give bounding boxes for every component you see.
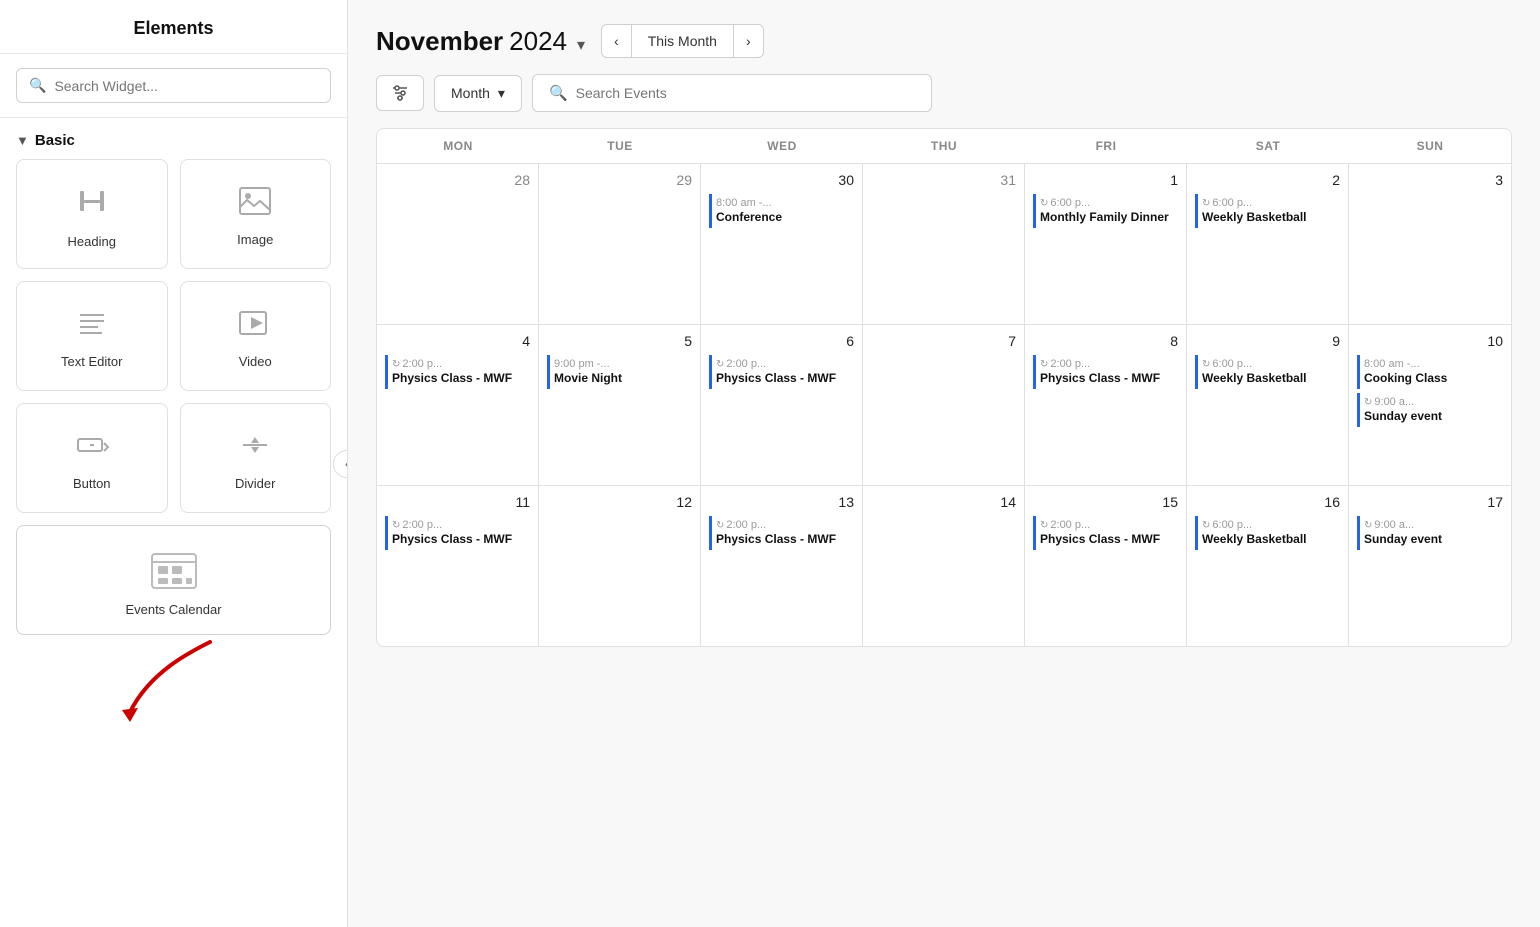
image-icon: [237, 185, 273, 222]
sidebar-title: Elements: [0, 0, 347, 54]
event-physics-w2-fri[interactable]: ↻ 2:00 p... Physics Class - MWF: [1033, 355, 1178, 389]
divider-icon: [237, 429, 273, 466]
event-movie-night[interactable]: 9:00 pm -... Movie Night: [547, 355, 692, 389]
cell-w1-mon[interactable]: 28: [377, 164, 539, 324]
cell-w2-sat[interactable]: 9 ↻ 6:00 p... Weekly Basketball: [1187, 325, 1349, 485]
cell-w3-sat[interactable]: 16 ↻ 6:00 p... Weekly Basketball: [1187, 486, 1349, 646]
event-sunday-event-w3[interactable]: ↻ 9:00 a... Sunday event: [1357, 516, 1503, 550]
filter-button[interactable]: [376, 75, 424, 111]
this-month-button[interactable]: This Month: [631, 25, 734, 57]
cell-w3-sun[interactable]: 17 ↻ 9:00 a... Sunday event: [1349, 486, 1511, 646]
event-sunday-event-w2[interactable]: ↻ 9:00 a... Sunday event: [1357, 393, 1503, 427]
search-icon: 🔍: [29, 77, 46, 94]
filter-row: Month ▾ 🔍: [376, 74, 1512, 112]
search-box: 🔍: [16, 68, 331, 103]
event-weekly-basketball-w2[interactable]: ↻ 6:00 p... Weekly Basketball: [1195, 355, 1340, 389]
cell-w3-fri[interactable]: 15 ↻ 2:00 p... Physics Class - MWF: [1025, 486, 1187, 646]
cell-w2-thu[interactable]: 7: [863, 325, 1025, 485]
cell-w3-thu[interactable]: 14: [863, 486, 1025, 646]
cell-w3-mon[interactable]: 11 ↻ 2:00 p... Physics Class - MWF: [377, 486, 539, 646]
cell-w1-fri[interactable]: 1 ↻ 6:00 p... Monthly Family Dinner: [1025, 164, 1187, 324]
event-physics-w2-wed[interactable]: ↻ 2:00 p... Physics Class - MWF: [709, 355, 854, 389]
cell-w3-tue[interactable]: 12: [539, 486, 701, 646]
widget-divider[interactable]: Divider: [180, 403, 332, 513]
text-editor-icon: [74, 307, 110, 344]
event-monthly-family-dinner[interactable]: ↻ 6:00 p... Monthly Family Dinner: [1033, 194, 1178, 228]
event-physics-w3-mon[interactable]: ↻ 2:00 p... Physics Class - MWF: [385, 516, 530, 550]
event-physics-w3-fri[interactable]: ↻ 2:00 p... Physics Class - MWF: [1033, 516, 1178, 550]
button-icon: [74, 429, 110, 466]
view-selector[interactable]: Month ▾: [434, 75, 522, 112]
cell-w2-wed[interactable]: 6 ↻ 2:00 p... Physics Class - MWF: [701, 325, 863, 485]
widget-image-label: Image: [237, 232, 273, 247]
view-selector-chevron: ▾: [498, 85, 505, 102]
main-content: November 2024 ▾ ‹ This Month › Month ▾: [348, 0, 1540, 927]
widget-events-calendar-label: Events Calendar: [125, 602, 221, 617]
widgets-grid: Heading Image Tex: [0, 159, 347, 651]
cell-w3-wed[interactable]: 13 ↻ 2:00 p... Physics Class - MWF: [701, 486, 863, 646]
widget-video-label: Video: [239, 354, 272, 369]
event-conference[interactable]: 8:00 am -... Conference: [709, 194, 854, 228]
day-header-sun: SUN: [1349, 129, 1511, 163]
widget-events-calendar[interactable]: Events Calendar: [16, 525, 331, 635]
calendar-title: November 2024 ▾: [376, 26, 585, 57]
search-events-input[interactable]: [576, 85, 915, 101]
calendar-week-1: 28 29 30 8:00 am -... Conference 31 1 ↻ …: [377, 164, 1511, 325]
basic-section-label: Basic: [35, 132, 75, 149]
widget-video[interactable]: Video: [180, 281, 332, 391]
cell-w2-mon[interactable]: 4 ↻ 2:00 p... Physics Class - MWF: [377, 325, 539, 485]
calendar-days-header: MON TUE WED THU FRI SAT SUN: [377, 129, 1511, 164]
widget-text-editor-label: Text Editor: [61, 354, 122, 369]
day-header-tue: TUE: [539, 129, 701, 163]
cell-w2-tue[interactable]: 5 9:00 pm -... Movie Night: [539, 325, 701, 485]
search-widget-input[interactable]: [54, 78, 318, 94]
search-events-box: 🔍: [532, 74, 932, 112]
cell-w1-tue[interactable]: 29: [539, 164, 701, 324]
event-physics-w2-mon[interactable]: ↻ 2:00 p... Physics Class - MWF: [385, 355, 530, 389]
calendar-header: November 2024 ▾ ‹ This Month ›: [376, 24, 1512, 58]
calendar-week-3: 11 ↻ 2:00 p... Physics Class - MWF 12 13…: [377, 486, 1511, 646]
view-selector-label: Month: [451, 85, 490, 101]
day-header-sat: SAT: [1187, 129, 1349, 163]
cell-w1-sun[interactable]: 3: [1349, 164, 1511, 324]
calendar-nav-group: ‹ This Month ›: [601, 24, 764, 58]
calendar-grid: MON TUE WED THU FRI SAT SUN 28 29 30 8:0…: [376, 128, 1512, 647]
heading-icon: [74, 183, 110, 224]
calendar-week-2: 4 ↻ 2:00 p... Physics Class - MWF 5 9:00…: [377, 325, 1511, 486]
calendar-year: 2024: [509, 26, 567, 57]
cell-w1-sat[interactable]: 2 ↻ 6:00 p... Weekly Basketball: [1187, 164, 1349, 324]
events-calendar-icon: [148, 548, 200, 592]
day-header-fri: FRI: [1025, 129, 1187, 163]
cell-w1-wed[interactable]: 30 8:00 am -... Conference: [701, 164, 863, 324]
cell-w2-fri[interactable]: 8 ↻ 2:00 p... Physics Class - MWF: [1025, 325, 1187, 485]
day-header-wed: WED: [701, 129, 863, 163]
next-month-button[interactable]: ›: [734, 26, 763, 56]
cell-w2-sun[interactable]: 10 8:00 am -... Cooking Class ↻ 9:00 a..…: [1349, 325, 1511, 485]
widget-divider-label: Divider: [235, 476, 275, 491]
day-header-mon: MON: [377, 129, 539, 163]
sidebar: Elements 🔍 ▼ Basic Heading: [0, 0, 348, 927]
prev-month-button[interactable]: ‹: [602, 26, 631, 56]
widget-button[interactable]: Button: [16, 403, 168, 513]
search-container: 🔍: [0, 54, 347, 118]
event-cooking-class[interactable]: 8:00 am -... Cooking Class: [1357, 355, 1503, 389]
calendar-title-dropdown-icon[interactable]: ▾: [577, 35, 585, 55]
cell-w1-thu[interactable]: 31: [863, 164, 1025, 324]
event-weekly-basketball-w3[interactable]: ↻ 6:00 p... Weekly Basketball: [1195, 516, 1340, 550]
event-physics-w3-wed[interactable]: ↻ 2:00 p... Physics Class - MWF: [709, 516, 854, 550]
widget-heading[interactable]: Heading: [16, 159, 168, 269]
widget-button-label: Button: [73, 476, 111, 491]
event-weekly-basketball-w1[interactable]: ↻ 6:00 p... Weekly Basketball: [1195, 194, 1340, 228]
widget-heading-label: Heading: [68, 234, 116, 249]
basic-section-header: ▼ Basic: [0, 118, 347, 159]
widget-image[interactable]: Image: [180, 159, 332, 269]
section-arrow-icon: ▼: [16, 133, 29, 148]
widget-text-editor[interactable]: Text Editor: [16, 281, 168, 391]
day-header-thu: THU: [863, 129, 1025, 163]
search-events-icon: 🔍: [549, 84, 568, 102]
video-icon: [237, 307, 273, 344]
calendar-month: November: [376, 26, 503, 57]
